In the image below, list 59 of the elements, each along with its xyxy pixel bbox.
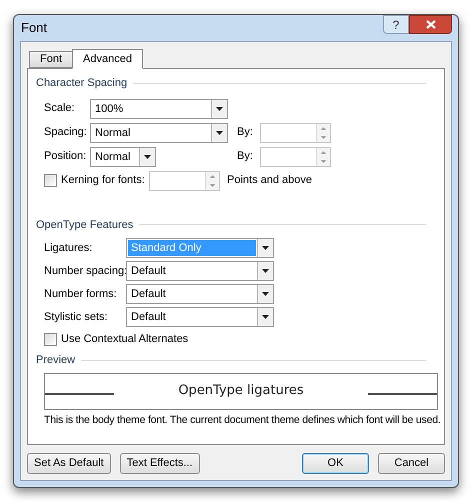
- field-suffix: Points and above: [227, 173, 312, 188]
- close-button[interactable]: [409, 15, 452, 34]
- caret-icon: [216, 106, 223, 110]
- caret-icon: [262, 292, 269, 296]
- dialog-button[interactable]: OK: [302, 453, 369, 474]
- window-title: Font: [20, 19, 48, 38]
- caret-icon: [262, 246, 269, 250]
- field-label: Number forms:: [44, 286, 118, 302]
- dropdown-value: Default: [130, 287, 167, 302]
- caret-icon: [262, 315, 269, 319]
- spin-field[interactable]: [260, 122, 331, 142]
- checkbox[interactable]: [44, 174, 57, 187]
- field-label: By:: [237, 149, 254, 164]
- dropdown-field[interactable]: Normal: [90, 122, 228, 142]
- dropdown-arrow-button[interactable]: [257, 285, 273, 303]
- caret-icon: [262, 269, 269, 273]
- caret-icon: [144, 154, 151, 158]
- tab[interactable]: Font: [29, 51, 72, 68]
- field-label: Stylistic sets:: [44, 310, 109, 325]
- dropdown-arrow-button[interactable]: [257, 239, 273, 257]
- dropdown-field[interactable]: Default: [126, 261, 274, 281]
- checkbox-label[interactable]: Use Contextual Alternates: [61, 330, 188, 348]
- spin-field[interactable]: [149, 170, 220, 190]
- dropdown-value: Normal: [94, 150, 132, 164]
- preview-sample-text: OpenType ligatures: [177, 382, 305, 400]
- group-heading: Preview: [36, 353, 76, 368]
- dialog-button[interactable]: Set As Default: [27, 453, 111, 474]
- dropdown-value: 100%: [94, 102, 124, 116]
- field-label: Position:: [44, 149, 88, 164]
- close-icon: [426, 20, 436, 29]
- spin-field[interactable]: [260, 146, 331, 166]
- dropdown-arrow-button[interactable]: [211, 100, 227, 118]
- group-heading: OpenType Features: [36, 218, 134, 232]
- dropdown-value: Default: [130, 310, 167, 325]
- field-label: By:: [237, 125, 254, 140]
- group-heading: Character Spacing: [36, 76, 128, 91]
- dropdown-value: Default: [130, 264, 167, 279]
- dropdown-field[interactable]: Default: [126, 284, 274, 304]
- field-label: Number spacing:: [44, 264, 126, 279]
- preview-description: This is the body theme font. The current document theme defines which font will be used.: [44, 412, 441, 428]
- field-label: Scale:: [44, 101, 76, 116]
- dropdown-arrow-button[interactable]: [139, 148, 155, 166]
- dialog-button[interactable]: Text Effects...: [120, 453, 200, 474]
- field-label: Spacing:: [44, 125, 88, 140]
- dropdown-field[interactable]: Normal: [90, 146, 156, 166]
- dialog-button[interactable]: Cancel: [378, 453, 445, 474]
- caret-icon: [216, 130, 223, 134]
- dropdown-arrow-button[interactable]: [257, 262, 273, 280]
- dropdown-field[interactable]: Default: [126, 307, 274, 327]
- checkbox-label[interactable]: Kerning for fonts:: [61, 172, 149, 189]
- field-label: Ligatures:: [44, 240, 94, 256]
- dropdown-value: Normal: [94, 126, 132, 140]
- dropdown-arrow-button[interactable]: [257, 308, 273, 326]
- help-button[interactable]: ?: [383, 15, 409, 34]
- dropdown-arrow-button[interactable]: [211, 124, 227, 142]
- tab[interactable]: Advanced: [72, 49, 143, 69]
- checkbox[interactable]: [44, 332, 57, 346]
- dropdown-value: Standard Only: [128, 240, 256, 256]
- dropdown-field[interactable]: 100%: [90, 98, 228, 118]
